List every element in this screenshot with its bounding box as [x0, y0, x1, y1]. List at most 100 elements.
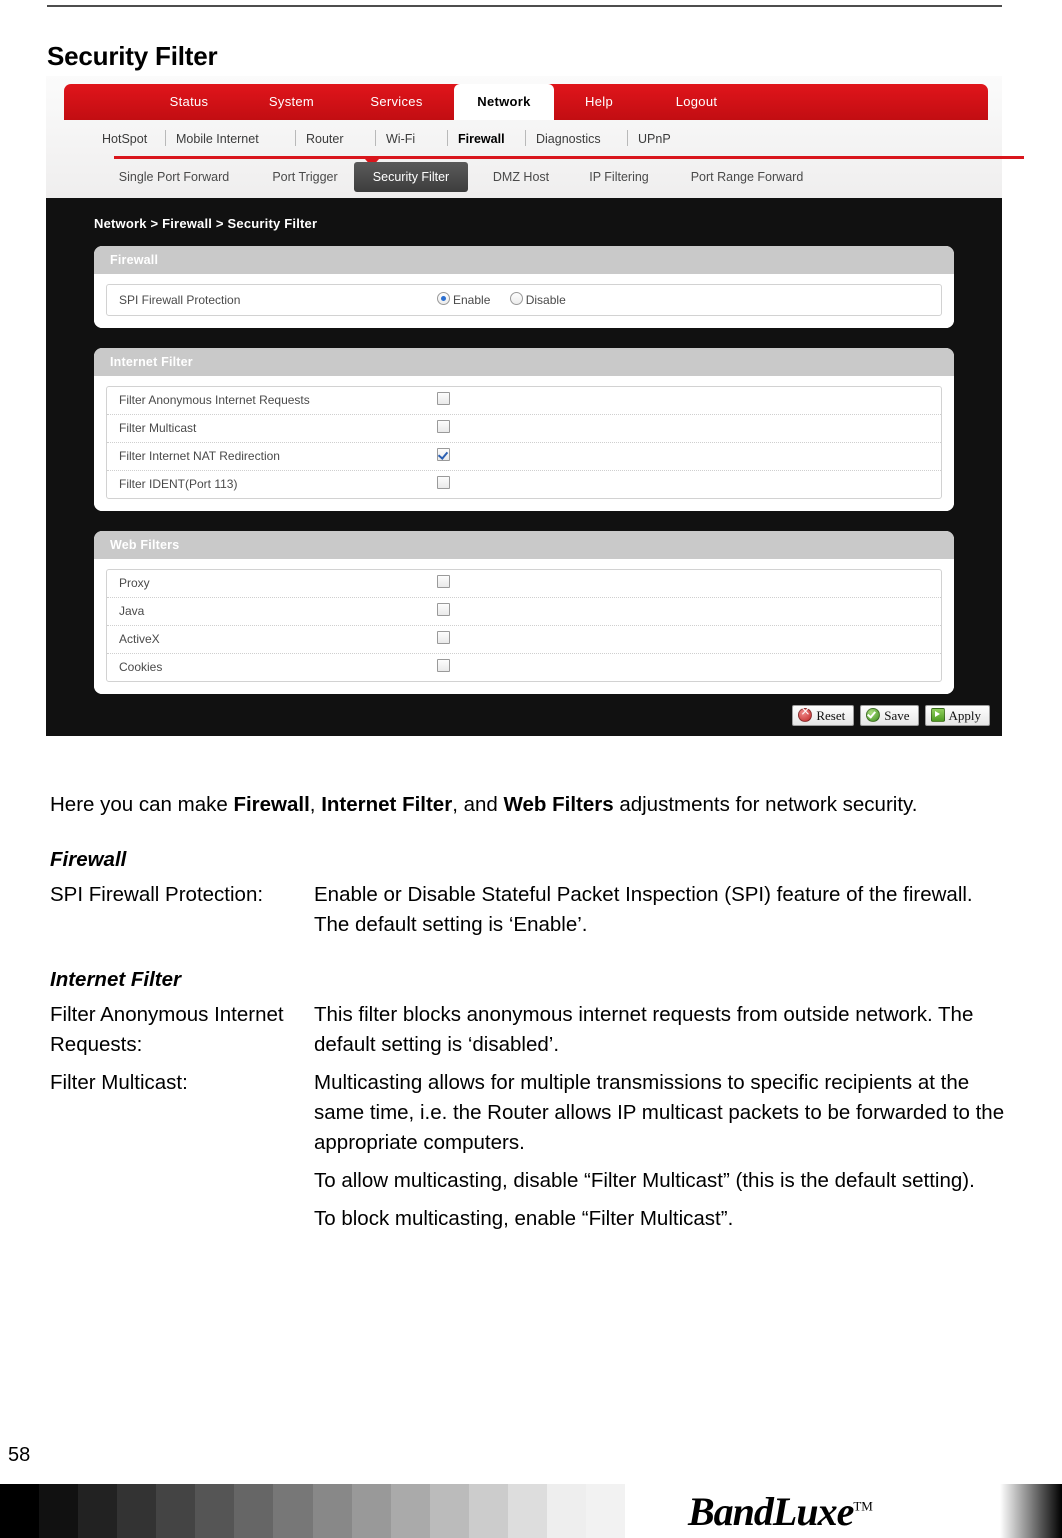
grayscale-step	[312, 1484, 352, 1538]
definition-row: Filter Multicast: Multicasting allows for…	[50, 1068, 1010, 1234]
internet-filter-rows: Filter Anonymous Internet Requests Filter…	[106, 386, 942, 499]
grayscale-step	[117, 1484, 157, 1538]
apply-button-label: Apply	[948, 708, 982, 723]
internet-filter-row-checkbox-cell[interactable]	[437, 443, 450, 470]
page-title: Security Filter	[47, 41, 218, 72]
thirdnav-single-port-forward[interactable]: Single Port Forward	[98, 162, 250, 192]
definition-paragraph: To block multicasting, enable “Filter Mu…	[314, 1207, 734, 1230]
definition-term: Filter Multicast:	[50, 1071, 188, 1094]
definition-paragraph: To allow multicasting, disable “Filter M…	[314, 1169, 975, 1192]
save-button-label: Save	[884, 708, 910, 723]
checkbox-icon[interactable]	[437, 420, 450, 433]
panel-firewall-body: SPI Firewall Protection Enable Disable	[94, 274, 954, 328]
grayscale-step	[39, 1484, 79, 1538]
thirdnav-port-trigger[interactable]: Port Trigger	[262, 162, 348, 192]
router-content-area: Network > Firewall > Security Filter Fir…	[46, 198, 1002, 736]
radio-enable-label: Enable	[453, 293, 491, 307]
subnav-wi-fi[interactable]: Wi-Fi	[386, 126, 415, 152]
checkbox-icon[interactable]	[437, 631, 450, 644]
table-row: Cookies	[107, 654, 941, 681]
panel-web-filters-header: Web Filters	[94, 531, 954, 559]
subnav-mobile-internet[interactable]: Mobile Internet	[176, 126, 259, 152]
radio-disable-label: Disable	[525, 293, 566, 307]
panel-web-filters: Web Filters Proxy Java ActiveX Cookies	[94, 531, 954, 694]
subnav-upnp[interactable]: UPnP	[638, 126, 671, 152]
definition-term: SPI Firewall Protection:	[50, 883, 264, 906]
grayscale-step	[0, 1484, 40, 1538]
save-button[interactable]: Save	[860, 705, 919, 726]
subnav-diagnostics[interactable]: Diagnostics	[536, 126, 601, 152]
checkbox-icon[interactable]	[437, 575, 450, 588]
apply-button[interactable]: Apply	[924, 705, 990, 726]
active-section-underline	[114, 156, 1024, 167]
radio-disable-icon[interactable]	[509, 292, 523, 305]
subnav-separator	[627, 130, 628, 146]
page-number: 58	[8, 1444, 31, 1466]
web-filter-row-label: ActiveX	[119, 632, 160, 646]
table-row: Java	[107, 598, 941, 626]
tab-status[interactable]: Status	[144, 84, 234, 120]
web-filter-row-checkbox-cell[interactable]	[437, 654, 450, 681]
tab-services[interactable]: Services	[349, 84, 444, 120]
grayscale-step	[507, 1484, 547, 1538]
internet-filter-row-checkbox-cell[interactable]	[437, 387, 450, 414]
reset-icon	[798, 705, 813, 722]
panel-internet-filter-header: Internet Filter	[94, 348, 954, 376]
checkbox-icon[interactable]	[437, 603, 450, 616]
panel-firewall: Firewall SPI Firewall Protection Enable …	[94, 246, 954, 328]
grayscale-step	[585, 1484, 625, 1538]
thirdnav-port-range-forward[interactable]: Port Range Forward	[672, 162, 822, 192]
checkbox-icon[interactable]	[437, 476, 450, 489]
subnav-hotspot[interactable]: HotSpot	[102, 126, 147, 152]
table-row: Filter Multicast	[107, 415, 941, 443]
main-tab-bar: Status System Services Network Help Logout	[64, 84, 988, 120]
radio-option-enable[interactable]: Enable	[437, 285, 490, 315]
definition-description: This filter blocks anonymous internet re…	[314, 1000, 1010, 1060]
grayscale-step	[195, 1484, 235, 1538]
intro-bold-internet-filter: Internet Filter	[321, 793, 453, 816]
thirdnav-dmz-host[interactable]: DMZ Host	[478, 162, 564, 192]
tab-logout[interactable]: Logout	[649, 84, 744, 120]
intro-text-1: Here you can make	[50, 793, 234, 816]
subnav-router[interactable]: Router	[306, 126, 344, 152]
panel-internet-filter: Internet Filter Filter Anonymous Interne…	[94, 348, 954, 511]
thirdnav-security-filter[interactable]: Security Filter	[354, 162, 468, 192]
spi-firewall-protection-label: SPI Firewall Protection	[119, 293, 241, 307]
internet-filter-row-checkbox-cell[interactable]	[437, 471, 450, 498]
intro-bold-firewall: Firewall	[233, 793, 310, 816]
reset-button[interactable]: Reset	[792, 705, 855, 726]
radio-option-disable[interactable]: Disable	[509, 285, 566, 315]
router-ui-screenshot: Status System Services Network Help Logout Ho…	[46, 76, 1024, 736]
spi-firewall-protection-radio-group[interactable]: Enable Disable	[437, 285, 582, 315]
grayscale-step	[156, 1484, 196, 1538]
radio-enable-icon[interactable]	[437, 292, 450, 305]
tab-help[interactable]: Help	[564, 84, 634, 120]
subnav-separator	[525, 130, 526, 146]
definition-paragraph: This filter blocks anonymous internet re…	[314, 1003, 974, 1056]
internet-filter-row-label: Filter Multicast	[119, 421, 197, 435]
table-row: Proxy	[107, 570, 941, 598]
web-filter-row-label: Proxy	[119, 576, 150, 590]
web-filter-row-checkbox-cell[interactable]	[437, 626, 450, 653]
grayscale-step	[351, 1484, 391, 1538]
trademark-symbol: TM	[853, 1498, 873, 1514]
subnav-firewall[interactable]: Firewall	[458, 126, 505, 152]
thirdnav-ip-filtering[interactable]: IP Filtering	[574, 162, 664, 192]
checkbox-icon[interactable]	[437, 448, 450, 461]
checkbox-icon[interactable]	[437, 392, 450, 405]
web-filter-row-label: Java	[119, 604, 145, 618]
checkbox-icon[interactable]	[437, 659, 450, 672]
grayscale-step	[273, 1484, 313, 1538]
table-row: ActiveX	[107, 626, 941, 654]
subnav-separator	[295, 130, 296, 146]
sub-nav-bar: HotSpot Mobile Internet Router Wi-Fi Firewal…	[66, 126, 986, 152]
definition-paragraph: Multicasting allows for multiple transmi…	[314, 1071, 1005, 1154]
tab-network[interactable]: Network	[454, 84, 554, 120]
intro-bold-web-filters: Web Filters	[503, 793, 614, 816]
internet-filter-row-checkbox-cell[interactable]	[437, 415, 450, 442]
tab-system[interactable]: System	[244, 84, 339, 120]
header-rule	[47, 5, 1002, 7]
web-filter-row-checkbox-cell[interactable]	[437, 570, 450, 597]
web-filter-row-checkbox-cell[interactable]	[437, 598, 450, 625]
table-row: Filter Anonymous Internet Requests	[107, 387, 941, 415]
